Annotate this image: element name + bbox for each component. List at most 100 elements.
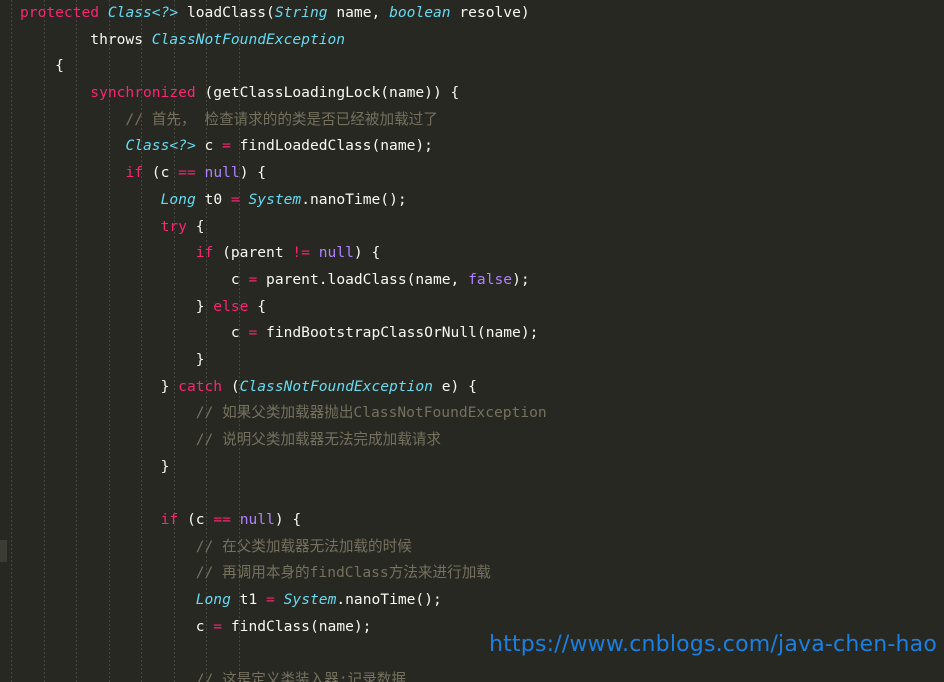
code-line[interactable]: Class<?> c = findLoadedClass(name);	[0, 133, 758, 160]
code-line[interactable]: // 在父类加载器无法加载的时候	[0, 534, 758, 561]
code-token: null	[319, 244, 354, 261]
code-line[interactable]: if (c == null) {	[0, 160, 758, 187]
code-token: catch	[178, 378, 222, 395]
code-token: else	[213, 298, 248, 315]
code-token: Class<?>	[125, 137, 195, 154]
code-token: ClassNotFoundException	[240, 378, 433, 395]
code-token	[240, 191, 249, 208]
code-token: );	[512, 271, 530, 288]
code-token: ) {	[240, 164, 266, 181]
code-token: System	[249, 191, 302, 208]
code-line[interactable]: } catch (ClassNotFoundException e) {	[0, 374, 758, 401]
code-token: System	[284, 591, 337, 608]
code-line[interactable]: throws ClassNotFoundException	[0, 27, 758, 54]
code-token: (c	[178, 511, 213, 528]
code-token	[196, 164, 205, 181]
code-token: null	[205, 164, 240, 181]
code-token: // 再调用本身的findClass方法来进行加载	[20, 564, 491, 581]
code-token: c	[20, 324, 248, 341]
code-line[interactable]: }	[0, 454, 758, 481]
code-line[interactable]: synchronized (getClassLoadingLock(name))…	[0, 80, 758, 107]
code-line[interactable]: }	[0, 347, 758, 374]
code-line[interactable]: // 再调用本身的findClass方法来进行加载	[0, 560, 758, 587]
code-line[interactable]: // 首先， 检查请求的的类是否已经被加载过了	[0, 107, 758, 134]
code-token: // 首先， 检查请求的的类是否已经被加载过了	[20, 111, 438, 128]
code-line[interactable]: // 如果父类加载器抛出ClassNotFoundException	[0, 400, 758, 427]
code-token	[20, 191, 161, 208]
code-token: .nanoTime();	[336, 591, 441, 608]
code-line[interactable]: // 说明父类加载器无法完成加载请求	[0, 427, 758, 454]
code-token: =	[231, 191, 240, 208]
code-token: }	[20, 298, 213, 315]
code-token: if	[125, 164, 143, 181]
code-token: ==	[178, 164, 196, 181]
code-token: =	[213, 618, 222, 635]
code-token: c	[20, 271, 248, 288]
code-token: Class<?>	[108, 4, 178, 21]
code-token: // 这是定义类装入器;记录数据	[20, 671, 406, 682]
code-token: }	[20, 351, 205, 368]
code-token: name,	[328, 4, 390, 21]
code-token: null	[240, 511, 275, 528]
code-token	[20, 244, 196, 261]
code-token: {	[187, 218, 205, 235]
code-token: =	[248, 271, 257, 288]
code-line[interactable]: if (c == null) {	[0, 507, 758, 534]
code-token: parent.loadClass(name,	[257, 271, 468, 288]
code-line[interactable]: Long t1 = System.nanoTime();	[0, 587, 758, 614]
code-token: ) {	[354, 244, 380, 261]
code-line[interactable]: c = parent.loadClass(name, false);	[0, 267, 758, 294]
code-token: findLoadedClass(name);	[231, 137, 433, 154]
code-token	[20, 511, 161, 528]
code-token: e) {	[433, 378, 477, 395]
code-token	[310, 244, 319, 261]
code-token: Long	[161, 191, 196, 208]
code-token: ==	[213, 511, 231, 528]
code-line[interactable]: {	[0, 53, 758, 80]
code-token: if	[196, 244, 214, 261]
code-token: t1	[231, 591, 266, 608]
code-token	[275, 591, 284, 608]
code-content[interactable]: protected Class<?> loadClass(String name…	[0, 0, 758, 682]
code-token: synchronized	[20, 84, 196, 101]
code-token: findBootstrapClassOrNull(name);	[257, 324, 538, 341]
code-token: loadClass(	[178, 4, 275, 21]
code-line[interactable]: Long t0 = System.nanoTime();	[0, 187, 758, 214]
code-token: try	[161, 218, 187, 235]
code-line[interactable]	[0, 480, 758, 507]
code-line[interactable]: protected Class<?> loadClass(String name…	[0, 0, 758, 27]
code-token: resolve)	[451, 4, 530, 21]
code-token: String	[275, 4, 328, 21]
code-token: t0	[196, 191, 231, 208]
code-token: =	[248, 324, 257, 341]
code-token: // 如果父类加载器抛出ClassNotFoundException	[20, 404, 547, 421]
code-line[interactable]: // 这是定义类装入器;记录数据	[0, 667, 758, 682]
code-token: =	[222, 137, 231, 154]
code-token	[20, 164, 125, 181]
code-token: }	[20, 378, 178, 395]
code-line[interactable]: } else {	[0, 294, 758, 321]
code-line[interactable]: try {	[0, 214, 758, 241]
code-token: (parent	[213, 244, 292, 261]
code-line[interactable]: if (parent != null) {	[0, 240, 758, 267]
code-token: // 说明父类加载器无法完成加载请求	[20, 431, 441, 448]
code-token: Long	[196, 591, 231, 608]
code-token: =	[266, 591, 275, 608]
code-token: c	[196, 137, 222, 154]
code-token: c	[20, 618, 213, 635]
code-line[interactable]: c = findBootstrapClassOrNull(name);	[0, 320, 758, 347]
code-token	[20, 218, 161, 235]
code-token	[20, 137, 125, 154]
code-token: (c	[143, 164, 178, 181]
code-editor-viewport[interactable]: protected Class<?> loadClass(String name…	[0, 0, 944, 682]
code-token: false	[468, 271, 512, 288]
code-token: ClassNotFoundException	[152, 31, 345, 48]
code-token: // 在父类加载器无法加载的时候	[20, 538, 412, 555]
code-token: .nanoTime();	[301, 191, 406, 208]
code-token	[231, 511, 240, 528]
code-token: boolean	[389, 4, 451, 21]
code-token: {	[248, 298, 266, 315]
code-token: !=	[292, 244, 310, 261]
code-token: if	[161, 511, 179, 528]
code-token: (	[222, 378, 240, 395]
